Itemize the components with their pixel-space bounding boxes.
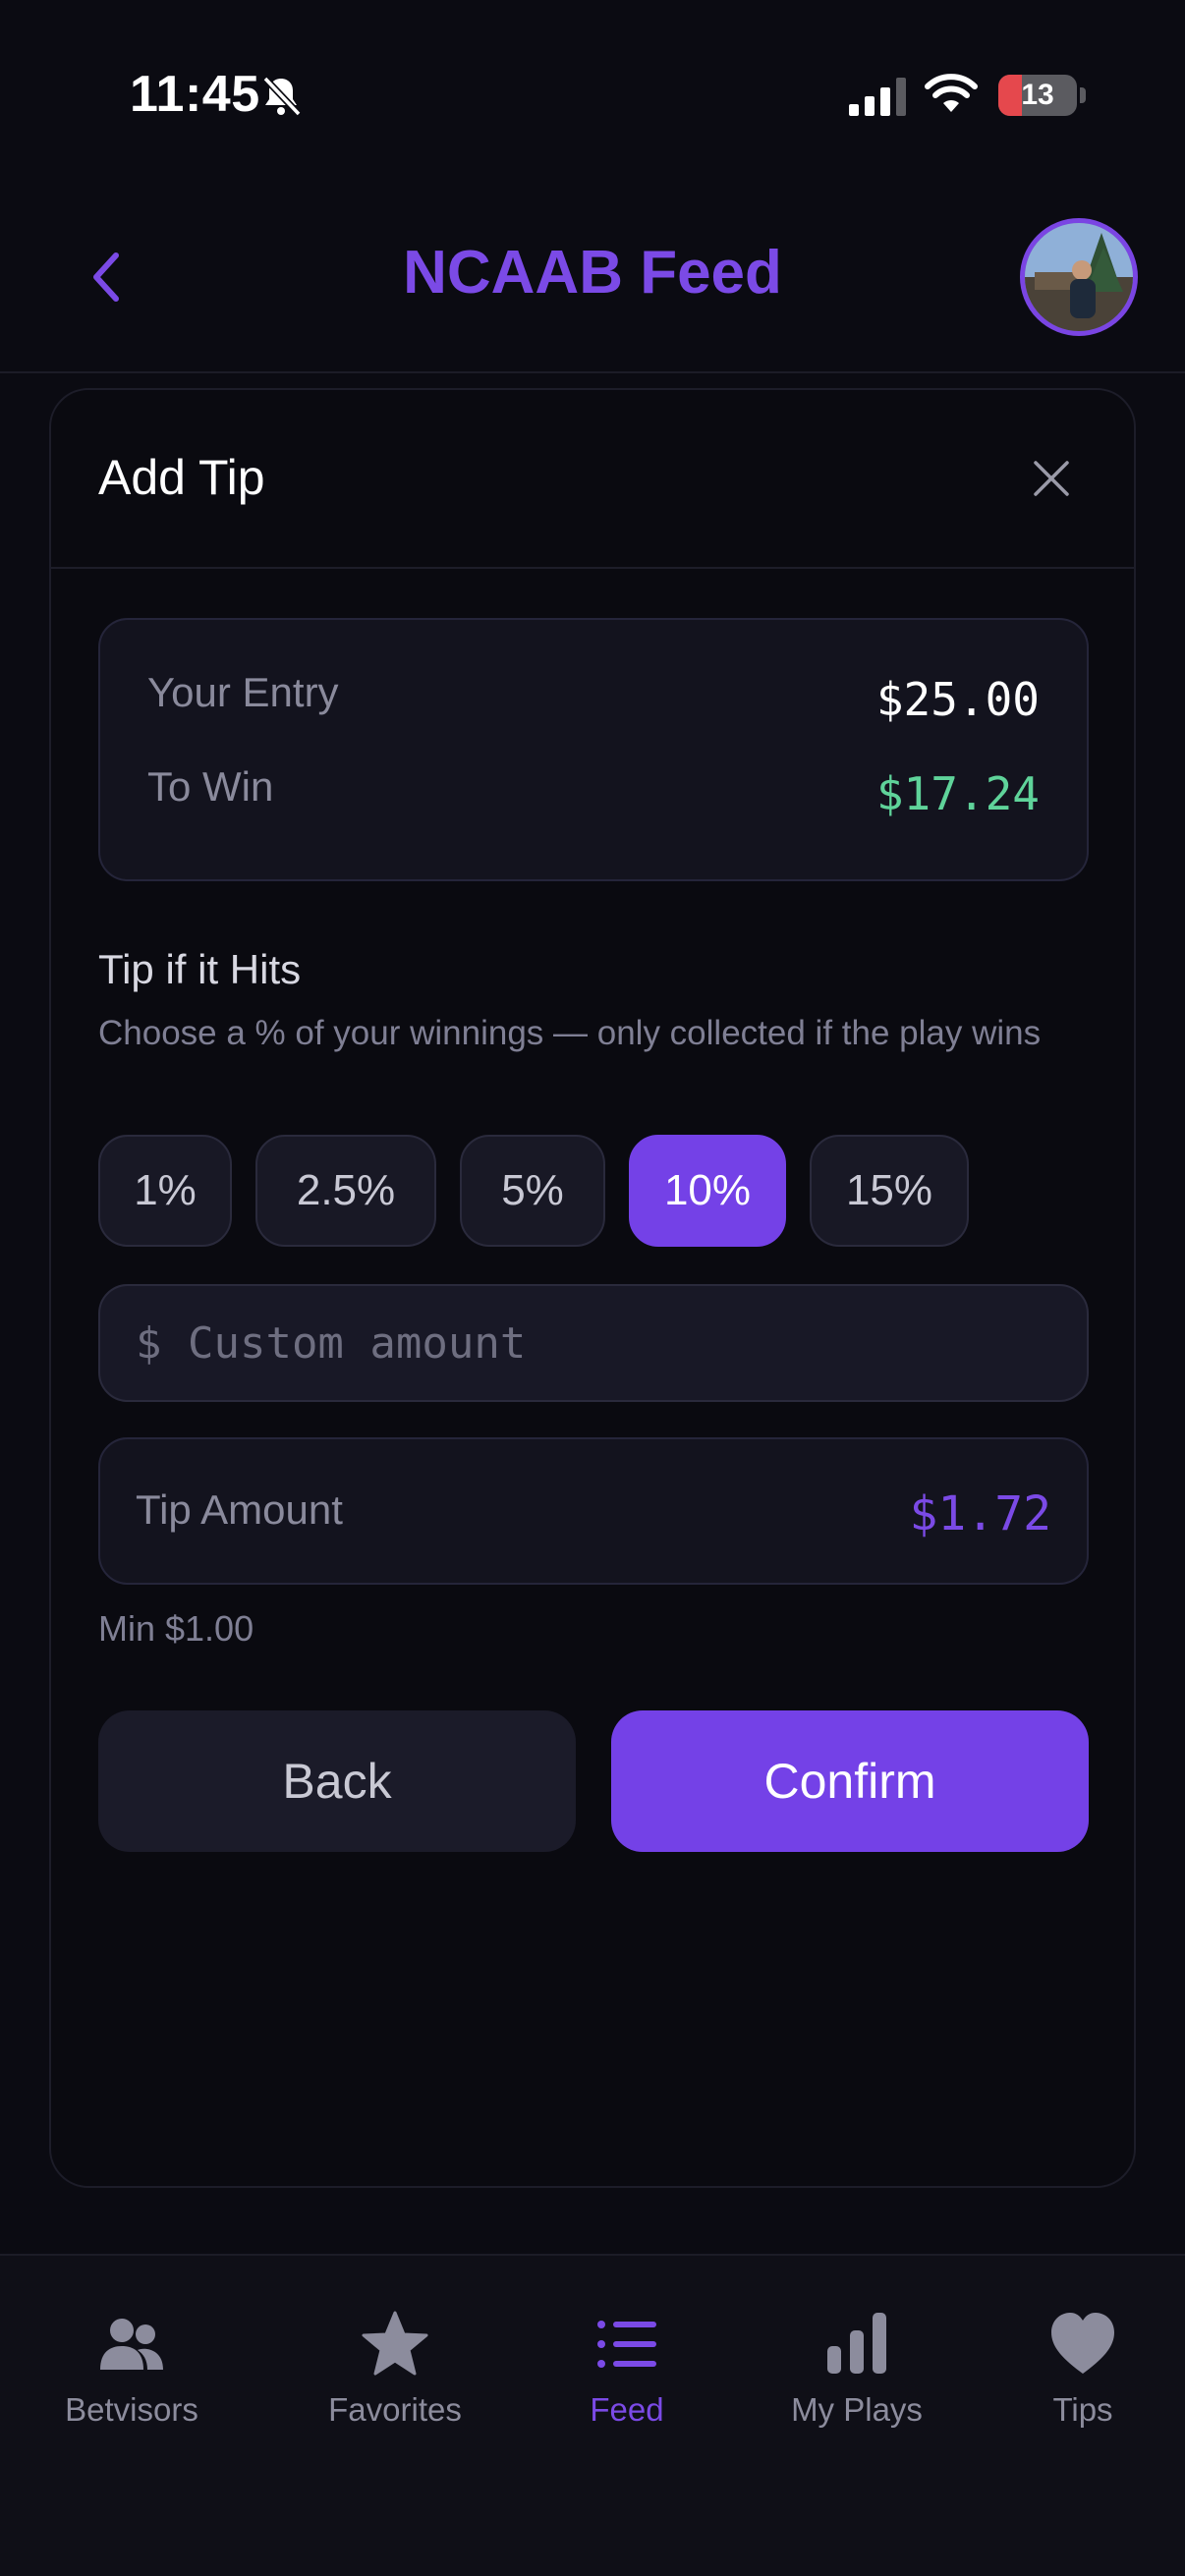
min-tip-note: Min $1.00 <box>98 1608 254 1649</box>
confirm-button[interactable]: Confirm <box>611 1710 1089 1852</box>
to-win-value: $17.24 <box>875 767 1040 820</box>
avatar-image <box>1025 223 1133 331</box>
status-time: 11:45 <box>130 66 260 123</box>
bell-slash-icon <box>262 76 302 117</box>
tip-amount-label: Tip Amount <box>136 1486 343 1533</box>
back-button[interactable]: Back <box>98 1710 576 1852</box>
modal-header: Add Tip <box>51 390 1134 569</box>
tip-option-10[interactable]: 10% <box>629 1135 786 1247</box>
battery-percent: 13 <box>1021 79 1054 111</box>
bar-chart-icon <box>827 2313 886 2374</box>
entry-label: Your Entry <box>147 669 339 715</box>
tip-option-2-5[interactable]: 2.5% <box>255 1135 436 1247</box>
status-bar: 11:45 13 <box>0 0 1185 147</box>
nav-item-my-plays[interactable]: My Plays <box>768 2256 945 2452</box>
nav-item-favorites[interactable]: Favorites <box>307 2256 483 2452</box>
to-win-label: To Win <box>147 763 274 810</box>
wifi-icon <box>925 74 978 112</box>
close-icon[interactable] <box>1026 453 1077 504</box>
list-icon <box>597 2321 656 2368</box>
modal-title: Add Tip <box>98 450 265 505</box>
nav-item-betvisors[interactable]: Betvisors <box>43 2256 220 2452</box>
nav-label-tips: Tips <box>1052 2391 1113 2428</box>
page-title: NCAAB Feed <box>403 239 782 307</box>
heart-icon <box>1051 2313 1114 2374</box>
nav-label-favorites: Favorites <box>328 2391 462 2428</box>
screen: 11:45 13 NCAAB Feed Add Tip Your Entry $… <box>0 0 1185 2576</box>
nav-label-betvisors: Betvisors <box>65 2391 198 2428</box>
cellular-signal-icon <box>849 78 906 116</box>
app-header: NCAAB Feed <box>0 196 1185 373</box>
custom-amount-input[interactable] <box>98 1284 1089 1402</box>
star-icon <box>362 2311 428 2376</box>
nav-label-my-plays: My Plays <box>791 2391 923 2428</box>
tip-option-15[interactable]: 15% <box>810 1135 969 1247</box>
entry-value: $25.00 <box>875 673 1040 726</box>
nav-label-feed: Feed <box>590 2391 664 2428</box>
tip-section-description: Choose a % of your winnings — only colle… <box>98 1014 1042 1052</box>
nav-item-feed[interactable]: Feed <box>538 2256 715 2452</box>
bottom-nav: Betvisors Favorites Feed My Plays Tips <box>0 2254 1185 2576</box>
tip-amount-box: Tip Amount $1.72 <box>98 1437 1089 1585</box>
tip-option-5[interactable]: 5% <box>460 1135 605 1247</box>
avatar[interactable] <box>1020 218 1138 336</box>
tip-amount-value: $1.72 <box>909 1486 1052 1541</box>
entry-summary: Your Entry $25.00 To Win $17.24 <box>98 618 1089 881</box>
tip-section-title: Tip if it Hits <box>98 946 302 992</box>
add-tip-modal: Add Tip Your Entry $25.00 To Win $17.24 … <box>49 388 1136 2188</box>
tip-option-1[interactable]: 1% <box>98 1135 232 1247</box>
battery-cap <box>1080 87 1086 103</box>
battery-indicator: 13 <box>998 75 1077 116</box>
nav-item-tips[interactable]: Tips <box>994 2256 1171 2452</box>
users-icon <box>100 2319 163 2370</box>
